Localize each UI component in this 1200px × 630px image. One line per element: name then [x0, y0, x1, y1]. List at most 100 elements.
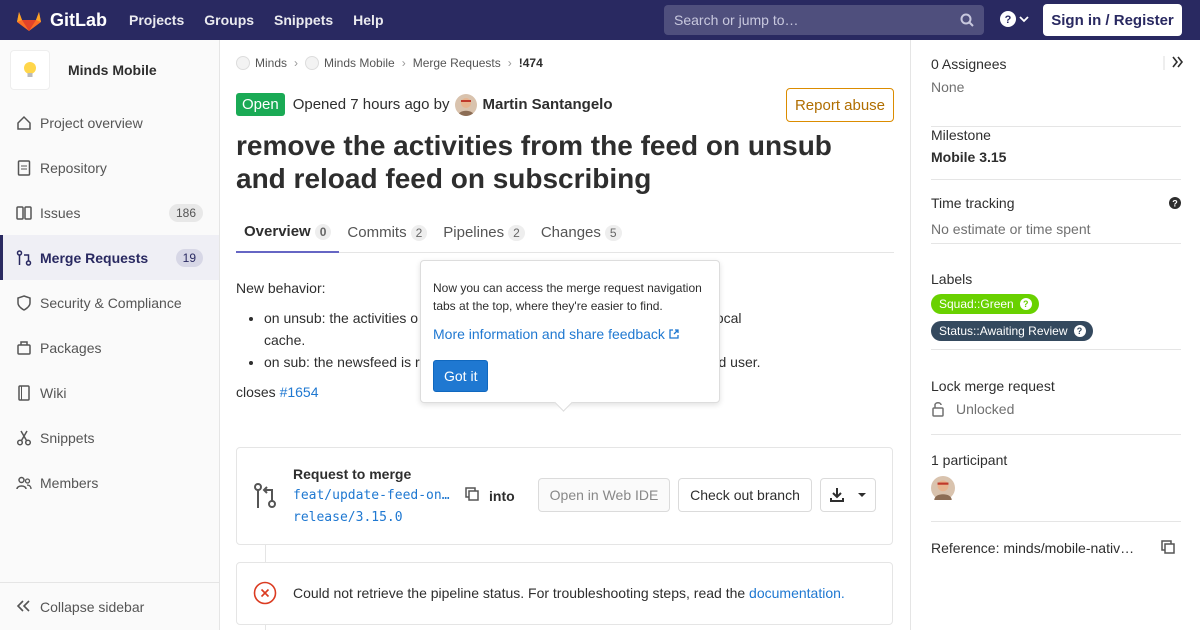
- scissors-icon: [16, 430, 32, 446]
- reference-block: Reference: minds/mobile-nativ…: [931, 540, 1181, 556]
- tab-count: 2: [410, 224, 428, 241]
- bullet-text: on unsub: the activities o: [264, 310, 419, 326]
- merge-requests-count-badge: 19: [175, 248, 203, 267]
- question-icon: ?: [1000, 11, 1016, 27]
- download-dropdown-button[interactable]: [820, 478, 876, 512]
- documentation-link[interactable]: documentation.: [749, 585, 845, 601]
- gitlab-logo[interactable]: GitLab: [16, 8, 107, 32]
- search-input[interactable]: Search or jump to…: [664, 5, 984, 35]
- status-badge: Open: [236, 93, 285, 116]
- tab-commits[interactable]: Commits 2: [339, 212, 435, 253]
- copy-icon[interactable]: [465, 487, 479, 501]
- double-chevron-left-icon: [16, 599, 30, 615]
- package-icon: [16, 340, 32, 356]
- participant-avatar[interactable]: [931, 476, 1181, 503]
- error-status-icon: [253, 581, 277, 605]
- closes-text: closes: [236, 384, 276, 400]
- sidebar-item-security-compliance[interactable]: Security & Compliance: [0, 280, 219, 325]
- assignees-value: None: [931, 79, 965, 95]
- main-content: Minds › Minds Mobile › Merge Requests › …: [220, 40, 910, 630]
- source-branch-link[interactable]: feat/update-feed-on…: [293, 488, 453, 503]
- breadcrumb-item-mr-id[interactable]: !474: [519, 56, 543, 70]
- merge-request-widget: Request to merge feat/update-feed-on… in…: [236, 447, 893, 545]
- author-avatar[interactable]: [454, 93, 477, 116]
- request-to-merge-label: Request to merge: [293, 466, 412, 482]
- tab-overview[interactable]: Overview 0: [236, 212, 340, 253]
- gitlab-fox-icon: [17, 12, 41, 31]
- download-icon: [830, 488, 844, 502]
- assignees-title: 0 Assignees: [931, 56, 1007, 72]
- sidebar-item-snippets[interactable]: Snippets: [0, 415, 219, 460]
- right-sidebar: 0 Assignees None Milestone Mobile 3.15 T…: [910, 40, 1200, 630]
- tab-label: Pipelines: [443, 224, 505, 241]
- pipeline-status-widget: Could not retrieve the pipeline status. …: [236, 562, 893, 625]
- tab-pipelines[interactable]: Pipelines 2: [435, 212, 533, 253]
- mr-tabs: Overview 0 Commits 2 Pipelines 2 Changes 5: [236, 212, 894, 253]
- timeline-connector: [265, 625, 266, 630]
- project-header[interactable]: Minds Mobile: [0, 40, 219, 100]
- sidebar-item-label: Merge Requests: [40, 249, 149, 266]
- participants-block: 1 participant: [931, 435, 1181, 522]
- pipeline-message: Could not retrieve the pipeline status. …: [293, 585, 746, 601]
- time-tracking-block: Time tracking ? No estimate or time spen…: [931, 180, 1181, 244]
- tab-changes[interactable]: Changes 5: [533, 212, 630, 253]
- issue-link[interactable]: #1654: [280, 384, 319, 400]
- collapse-sidebar-button[interactable]: Collapse sidebar: [0, 582, 219, 630]
- avatar: [931, 476, 955, 500]
- tab-count: 5: [604, 224, 622, 241]
- got-it-button[interactable]: Got it: [433, 360, 489, 392]
- breadcrumb-item-group[interactable]: Minds: [255, 56, 287, 70]
- sign-in-button[interactable]: Sign in / Register: [1043, 4, 1182, 36]
- project-avatar: [10, 50, 50, 90]
- search-placeholder: Search or jump to…: [674, 12, 799, 28]
- sidebar-item-project-overview[interactable]: Project overview: [0, 100, 219, 145]
- time-tracking-title: Time tracking: [931, 195, 1015, 211]
- open-web-ide-button[interactable]: Open in Web IDE: [538, 478, 670, 512]
- sidebar-item-label: Wiki: [40, 384, 67, 401]
- left-sidebar: Minds Mobile Project overview Repository…: [0, 40, 220, 630]
- report-abuse-button[interactable]: Report abuse: [786, 88, 894, 122]
- tab-label: Changes: [540, 224, 601, 241]
- label-squad-green[interactable]: Squad::Green?: [931, 294, 1039, 314]
- sidebar-item-label: Snippets: [40, 429, 95, 446]
- bullet-text: on sub: the newsfeed is r: [264, 354, 420, 370]
- feedback-link-label: More information and share feedback: [433, 326, 665, 342]
- lightbulb-icon: [24, 62, 36, 77]
- nav-help[interactable]: Help: [353, 12, 383, 28]
- copy-icon[interactable]: [1161, 540, 1175, 554]
- tab-label: Commits: [347, 224, 407, 241]
- merge-request-icon: [16, 249, 32, 266]
- author-name[interactable]: Martin Santangelo: [483, 96, 613, 113]
- nav-snippets[interactable]: Snippets: [274, 12, 333, 28]
- sidebar-item-repository[interactable]: Repository: [0, 145, 219, 190]
- nav-groups[interactable]: Groups: [204, 12, 254, 28]
- sidebar-item-packages[interactable]: Packages: [0, 325, 219, 370]
- chevron-right-icon: ›: [294, 56, 299, 70]
- sidebar-item-label: Project overview: [40, 114, 143, 131]
- check-out-branch-button[interactable]: Check out branch: [678, 478, 812, 512]
- sidebar-item-issues[interactable]: Issues 186: [0, 190, 219, 235]
- feedback-link[interactable]: More information and share feedback: [433, 325, 707, 343]
- lock-title: Lock merge request: [931, 378, 1055, 394]
- bullet-text: cache.: [264, 332, 306, 348]
- help-dropdown[interactable]: ?: [1000, 11, 1029, 27]
- mr-status-row: Open Opened 7 hours ago by Martin Santan…: [236, 93, 613, 116]
- search-icon: [960, 13, 974, 27]
- sidebar-item-merge-requests[interactable]: Merge Requests 19: [0, 235, 219, 280]
- milestone-value[interactable]: Mobile 3.15: [931, 149, 1181, 165]
- sidebar-item-label: Repository: [40, 159, 107, 176]
- page-title: remove the activities from the feed on u…: [236, 130, 832, 194]
- sidebar-item-wiki[interactable]: Wiki: [0, 370, 219, 415]
- nav-projects[interactable]: Projects: [129, 12, 184, 28]
- breadcrumb-item-merge-requests[interactable]: Merge Requests: [413, 56, 501, 70]
- sidebar-item-label: Packages: [40, 339, 102, 356]
- breadcrumb-item-project[interactable]: Minds Mobile: [324, 56, 395, 70]
- chevron-right-icon: ›: [401, 56, 406, 70]
- breadcrumb: Minds › Minds Mobile › Merge Requests › …: [236, 56, 543, 70]
- labels-block: Labels Squad::Green? Status::Awaiting Re…: [931, 259, 1181, 350]
- sidebar-item-members[interactable]: Members: [0, 460, 219, 505]
- question-icon[interactable]: ?: [1169, 197, 1181, 209]
- shield-icon: [16, 294, 32, 311]
- label-status-awaiting-review[interactable]: Status::Awaiting Review?: [931, 321, 1093, 341]
- target-branch-link[interactable]: release/3.15.0: [293, 510, 403, 525]
